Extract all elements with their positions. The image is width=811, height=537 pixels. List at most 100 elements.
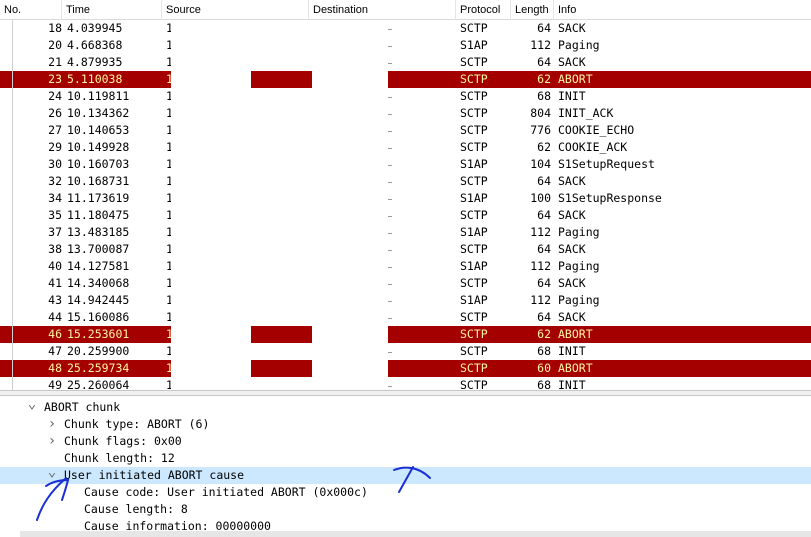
column-header-protocol[interactable]: Protocol (456, 0, 511, 20)
destination-fragment (388, 199, 392, 200)
packet-length: 62 (537, 327, 551, 341)
packet-time: 10.149928 (67, 140, 130, 154)
destination-fragment (388, 267, 392, 268)
packet-length: 112 (530, 259, 551, 273)
packet-protocol: SCTP (460, 89, 488, 103)
packet-info: INIT (558, 378, 586, 390)
detail-tree-label: User initiated ABORT cause (64, 468, 245, 482)
packet-protocol: SCTP (460, 123, 488, 137)
packet-list[interactable]: No. Time Source Destination Protocol Len… (0, 0, 811, 390)
packet-number: 20 (48, 38, 62, 52)
packet-row[interactable]: 35 11.180475 1 SCTP 64 SACK (0, 207, 811, 224)
column-header-length[interactable]: Length (511, 0, 554, 20)
packet-info: SACK (558, 21, 586, 35)
packet-protocol: SCTP (460, 72, 488, 86)
destination-fragment (388, 216, 392, 217)
packet-protocol: SCTP (460, 361, 488, 375)
packet-row[interactable]: 47 20.259900 1 SCTP 68 INIT (0, 343, 811, 360)
packet-row[interactable]: 48 25.259734 1 SCTP 60 ABORT (0, 360, 811, 377)
destination-fragment (388, 131, 392, 132)
packet-row[interactable]: 38 13.700087 1 SCTP 64 SACK (0, 241, 811, 258)
packet-length: 64 (537, 242, 551, 256)
packet-row[interactable]: 49 25.260064 1 SCTP 68 INIT (0, 377, 811, 390)
packet-row[interactable]: 21 4.879935 1 SCTP 64 SACK (0, 54, 811, 71)
packet-length: 62 (537, 72, 551, 86)
destination-fragment (388, 318, 392, 319)
packet-row[interactable]: 34 11.173619 1 S1AP 100 S1SetupResponse (0, 190, 811, 207)
packet-row[interactable]: 30 10.160703 1 S1AP 104 S1SetupRequest (0, 156, 811, 173)
detail-tree-item[interactable]: Cause length: 8 (0, 501, 811, 518)
packet-info: INIT (558, 344, 586, 358)
packet-protocol: SCTP (460, 174, 488, 188)
destination-fragment (388, 386, 392, 387)
packet-row[interactable]: 27 10.140653 1 SCTP 776 COOKIE_ECHO (0, 122, 811, 139)
detail-tree-item[interactable]: Cause code: User initiated ABORT (0x000c… (0, 484, 811, 501)
packet-number: 30 (48, 157, 62, 171)
redaction-destination (312, 20, 388, 390)
detail-tree-label: Cause length: 8 (84, 502, 188, 516)
packet-info: SACK (558, 208, 586, 222)
packet-details-pane[interactable]: ⌄ ABORT chunk › Chunk type: ABORT (6) › Chunk… (0, 396, 811, 537)
column-header-source[interactable]: Source (162, 0, 309, 20)
packet-number: 18 (48, 21, 62, 35)
packet-time: 14.942445 (67, 293, 130, 307)
packet-length: 64 (537, 208, 551, 222)
destination-fragment (388, 301, 392, 302)
packet-row[interactable]: 41 14.340068 1 SCTP 64 SACK (0, 275, 811, 292)
packet-row[interactable]: 24 10.119811 1 SCTP 68 INIT (0, 88, 811, 105)
packet-row[interactable]: 20 4.668368 1 S1AP 112 Paging (0, 37, 811, 54)
column-header-destination[interactable]: Destination (309, 0, 456, 20)
packet-number: 35 (48, 208, 62, 222)
packet-row[interactable]: 43 14.942445 1 S1AP 112 Paging (0, 292, 811, 309)
packet-length: 64 (537, 276, 551, 290)
chevron-right-icon[interactable]: › (46, 416, 58, 433)
packet-time: 4.039945 (67, 21, 123, 35)
packet-row[interactable]: 37 13.483185 1 S1AP 112 Paging (0, 224, 811, 241)
packet-info: ABORT (558, 327, 593, 341)
packet-row[interactable]: 23 5.110038 1 SCTP 62 ABORT (0, 71, 811, 88)
detail-tree-label: Chunk flags: 0x00 (64, 434, 182, 448)
packet-row[interactable]: 18 4.039945 1 SCTP 64 SACK (0, 20, 811, 37)
packet-time: 13.700087 (67, 242, 130, 256)
chevron-down-icon[interactable]: ⌄ (46, 465, 58, 484)
destination-fragment (388, 148, 392, 149)
packet-number: 21 (48, 55, 62, 69)
packet-row[interactable]: 29 10.149928 1 SCTP 62 COOKIE_ACK (0, 139, 811, 156)
detail-tree-item[interactable]: ⌄ ABORT chunk (0, 397, 811, 416)
column-header-time[interactable]: Time (62, 0, 162, 20)
packet-length: 64 (537, 174, 551, 188)
packet-row[interactable]: 26 10.134362 1 SCTP 804 INIT_ACK (0, 105, 811, 122)
packet-info: COOKIE_ACK (558, 140, 628, 154)
packet-row[interactable]: 32 10.168731 1 SCTP 64 SACK (0, 173, 811, 190)
detail-tree-item[interactable]: Chunk length: 12 (0, 450, 811, 467)
column-header-info[interactable]: Info (554, 0, 811, 20)
packet-info: SACK (558, 310, 586, 324)
packet-length: 62 (537, 140, 551, 154)
packet-length: 776 (530, 123, 551, 137)
packet-protocol: SCTP (460, 378, 488, 390)
redaction-source (171, 20, 251, 390)
packet-length: 68 (537, 378, 551, 390)
detail-tree-item[interactable]: › Chunk type: ABORT (6) (0, 416, 811, 433)
packet-number: 24 (48, 89, 62, 103)
packet-info: INIT_ACK (558, 106, 614, 120)
packet-protocol: SCTP (460, 276, 488, 290)
destination-fragment (388, 63, 392, 64)
packet-row[interactable]: 40 14.127581 1 S1AP 112 Paging (0, 258, 811, 275)
packet-row[interactable]: 46 15.253601 1 SCTP 62 ABORT (0, 326, 811, 343)
chevron-down-icon[interactable]: ⌄ (26, 397, 38, 416)
detail-tree-item[interactable]: ⌄ User initiated ABORT cause (0, 465, 811, 484)
destination-fragment (388, 352, 392, 353)
detail-tree-label: Chunk length: 12 (64, 451, 175, 465)
chevron-right-icon[interactable]: › (46, 433, 58, 450)
packet-length: 112 (530, 38, 551, 52)
packet-protocol: S1AP (460, 157, 488, 171)
packet-row[interactable]: 44 15.160086 1 SCTP 64 SACK (0, 309, 811, 326)
packet-number: 49 (48, 378, 62, 390)
column-header-no[interactable]: No. (0, 0, 62, 20)
destination-fragment (388, 284, 392, 285)
packet-length: 64 (537, 55, 551, 69)
detail-tree-label: ABORT chunk (44, 400, 121, 414)
packet-time: 11.180475 (67, 208, 130, 222)
detail-tree-item[interactable]: › Chunk flags: 0x00 (0, 433, 811, 450)
